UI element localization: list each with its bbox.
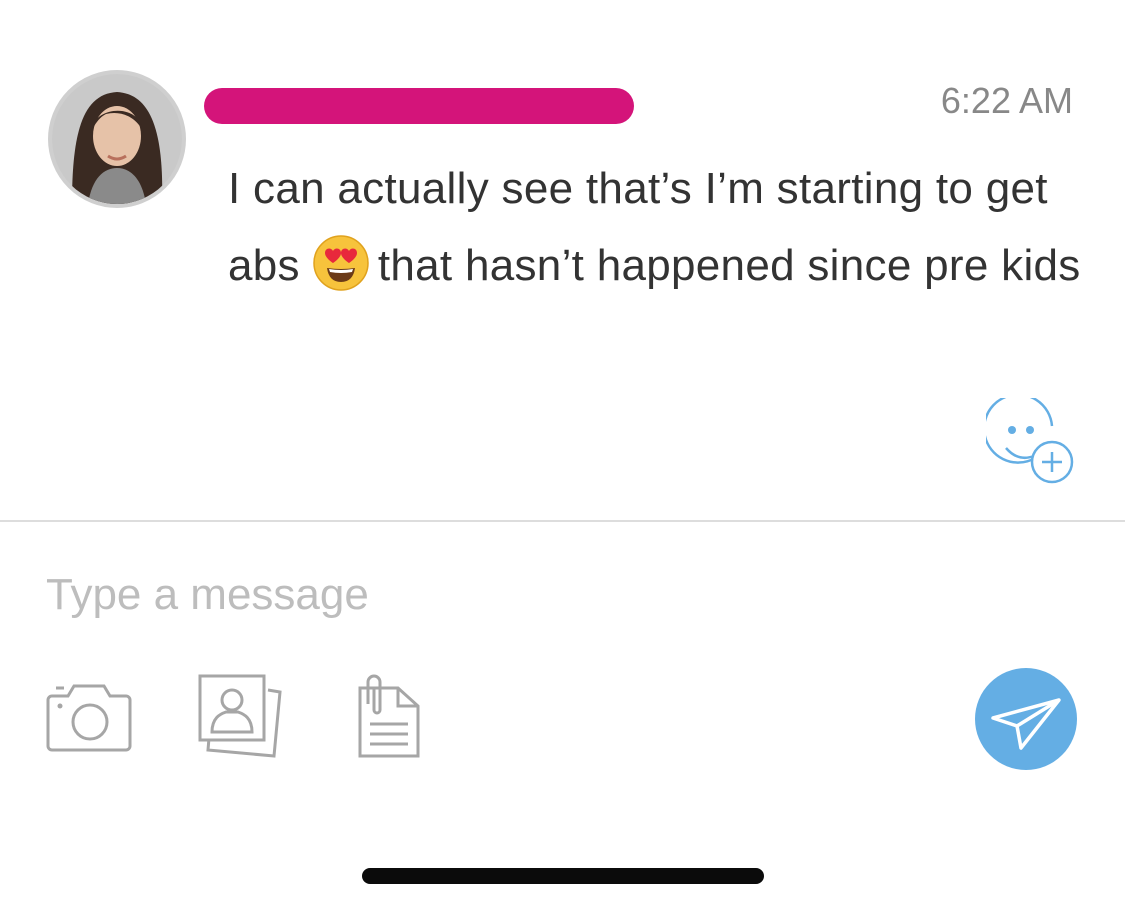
send-button[interactable]	[975, 668, 1077, 770]
photo-library-button[interactable]	[196, 672, 284, 762]
camera-icon	[46, 684, 132, 752]
sender-name-redaction	[204, 88, 634, 124]
composer-divider	[0, 520, 1125, 522]
file-attachment-button[interactable]	[356, 674, 422, 760]
message-input[interactable]	[46, 560, 946, 630]
message-text-part2: that hasn’t happened since pre kids	[377, 241, 1081, 290]
sender-avatar[interactable]	[48, 70, 186, 208]
message-body: I can actually see that’s I’m starting t…	[228, 150, 1088, 304]
photo-library-icon	[198, 674, 282, 758]
heart-eyes-emoji-icon	[312, 234, 370, 292]
message-timestamp: 6:22 AM	[940, 80, 1073, 121]
home-indicator[interactable]	[362, 868, 764, 884]
message-item: 6:22 AM I can actually see that’s I’m st…	[0, 0, 1125, 520]
add-reaction-button[interactable]	[982, 393, 1078, 486]
add-reaction-icon	[982, 393, 1074, 484]
camera-button[interactable]	[46, 678, 132, 754]
send-icon	[991, 698, 1061, 750]
file-attachment-icon	[358, 674, 420, 758]
